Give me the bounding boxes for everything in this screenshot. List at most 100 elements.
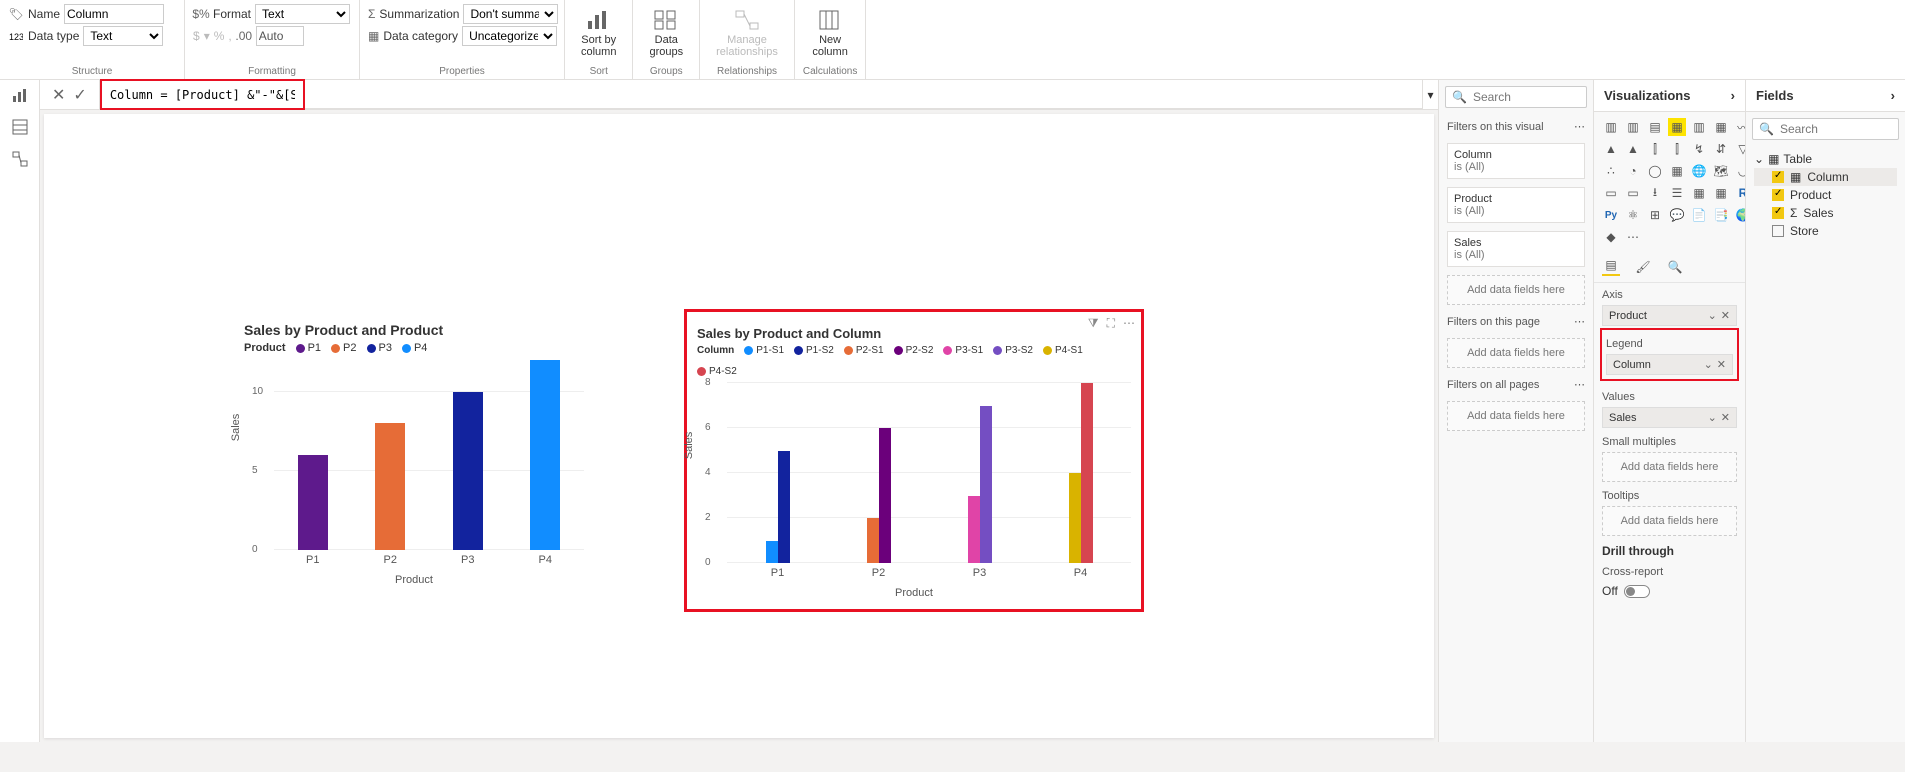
line-stacked-icon[interactable]: ⫿: [1646, 140, 1664, 158]
filters-search[interactable]: 🔍 Search: [1445, 86, 1587, 108]
format-select[interactable]: Text: [255, 4, 350, 24]
key-influencers-icon[interactable]: ⚛: [1624, 206, 1642, 224]
formula-input[interactable]: [102, 81, 303, 108]
decomp-icon[interactable]: ⊞: [1646, 206, 1664, 224]
waterfall-icon[interactable]: ⇵: [1712, 140, 1730, 158]
multi-card-icon[interactable]: ▭: [1624, 184, 1642, 202]
report-canvas[interactable]: Sales by Product and Product Product P1 …: [44, 114, 1434, 738]
filter-card-product[interactable]: Productis (All): [1447, 187, 1585, 223]
chevron-down-icon: ⌄: [1704, 358, 1713, 371]
more-icon[interactable]: ⋯: [1123, 316, 1135, 331]
qa-icon[interactable]: 💬: [1668, 206, 1686, 224]
map-icon[interactable]: 🌐: [1690, 162, 1708, 180]
formula-expand-button[interactable]: ▾: [1422, 80, 1438, 109]
decimals-input[interactable]: [256, 26, 304, 46]
properties-group-label: Properties: [368, 64, 556, 79]
comma-button[interactable]: ,: [228, 29, 231, 43]
collapse-icon[interactable]: ›: [1891, 88, 1895, 103]
narrative-icon[interactable]: 📄: [1690, 206, 1708, 224]
report-view-icon[interactable]: [11, 86, 29, 104]
chevron-down-icon: ⌄: [1708, 411, 1717, 424]
stacked-column-icon[interactable]: ▥: [1624, 118, 1642, 136]
add-page-filter[interactable]: Add data fields here: [1447, 338, 1585, 368]
format-label: Format: [213, 7, 251, 21]
pie-icon[interactable]: ◔: [1624, 162, 1642, 180]
chart-sales-by-product[interactable]: Sales by Product and Product Product P1 …: [244, 314, 584, 586]
data-view-icon[interactable]: [11, 118, 29, 136]
sort-group-label: Sort: [573, 64, 624, 79]
name-input[interactable]: [64, 4, 164, 24]
filter-card-column[interactable]: Columnis (All): [1447, 143, 1585, 179]
category-icon: ▦: [368, 28, 379, 44]
datatype-select[interactable]: Text: [83, 26, 163, 46]
card-icon[interactable]: ▭: [1602, 184, 1620, 202]
line-clustered-icon[interactable]: ⫿: [1668, 140, 1686, 158]
format-tab-icon[interactable]: 🖌: [1634, 258, 1652, 276]
ribbon-icon[interactable]: ↯: [1690, 140, 1708, 158]
filter-card-sales[interactable]: Salesis (All): [1447, 231, 1585, 267]
checkbox-icon[interactable]: [1772, 207, 1784, 219]
new-column-button[interactable]: New column: [803, 4, 857, 62]
table-icon[interactable]: ▦: [1690, 184, 1708, 202]
slicer-icon[interactable]: ☰: [1668, 184, 1686, 202]
kpi-icon[interactable]: ⭳: [1646, 184, 1664, 202]
summarization-select[interactable]: Don't summarize: [463, 4, 558, 24]
paginated-icon[interactable]: 📑: [1712, 206, 1730, 224]
field-product[interactable]: Product: [1754, 186, 1897, 204]
cross-report-toggle[interactable]: [1624, 585, 1650, 598]
checkbox-icon[interactable]: [1772, 225, 1784, 237]
stacked-bar-icon[interactable]: ▥: [1602, 118, 1620, 136]
more-icon[interactable]: ⋯: [1574, 315, 1585, 328]
cancel-formula-button[interactable]: ✕: [52, 85, 65, 105]
stacked-area-icon[interactable]: ▲: [1624, 140, 1642, 158]
percent-button[interactable]: %: [214, 29, 225, 43]
fields-tab-icon[interactable]: ▤: [1602, 258, 1620, 276]
commit-formula-button[interactable]: ✓: [73, 85, 86, 105]
values-field[interactable]: Sales⌄✕: [1602, 407, 1737, 428]
add-all-filter[interactable]: Add data fields here: [1447, 401, 1585, 431]
checkbox-icon[interactable]: [1772, 189, 1784, 201]
clustered-bar-icon[interactable]: ▤: [1646, 118, 1664, 136]
datacategory-label: Data category: [383, 29, 458, 43]
table-node[interactable]: ⌄▦Table: [1754, 150, 1897, 168]
filled-map-icon[interactable]: 🗺: [1712, 162, 1730, 180]
add-visual-filter[interactable]: Add data fields here: [1447, 275, 1585, 305]
100-column-icon[interactable]: ▦: [1712, 118, 1730, 136]
analytics-tab-icon[interactable]: 🔍: [1666, 258, 1684, 276]
chevron-down-icon: ⌄: [1754, 152, 1764, 166]
area-icon[interactable]: ▲: [1602, 140, 1620, 158]
close-icon: ✕: [1721, 309, 1730, 322]
matrix-icon[interactable]: ▦: [1712, 184, 1730, 202]
clustered-column-icon[interactable]: ▦: [1668, 118, 1686, 136]
donut-icon[interactable]: ◯: [1646, 162, 1664, 180]
treemap-icon[interactable]: ▦: [1668, 162, 1686, 180]
field-column[interactable]: ▦Column: [1754, 168, 1897, 186]
filter-icon[interactable]: ⧩: [1088, 316, 1099, 331]
checkbox-icon[interactable]: [1772, 171, 1784, 183]
currency-button[interactable]: $: [193, 29, 200, 43]
field-store[interactable]: Store: [1754, 222, 1897, 240]
model-view-icon[interactable]: [11, 150, 29, 168]
data-groups-button[interactable]: Data groups: [641, 4, 691, 62]
sort-by-column-button[interactable]: Sort by column: [573, 4, 624, 62]
fields-pane: Fields› 🔍 Search ⌄▦Table ▦Column Product…: [1745, 80, 1905, 742]
powerapps-icon[interactable]: ◆: [1602, 228, 1620, 246]
axis-field[interactable]: Product⌄✕: [1602, 305, 1737, 326]
field-sales[interactable]: ΣSales: [1754, 204, 1897, 222]
more-viz-icon[interactable]: ⋯: [1624, 228, 1642, 246]
fields-search[interactable]: 🔍 Search: [1752, 118, 1899, 140]
search-icon: 🔍: [1759, 122, 1774, 136]
focus-icon[interactable]: ⛶: [1107, 316, 1115, 331]
100-bar-icon[interactable]: ▥: [1690, 118, 1708, 136]
more-icon[interactable]: ⋯: [1574, 120, 1585, 133]
collapse-icon[interactable]: ›: [1731, 88, 1735, 103]
legend-field[interactable]: Column⌄✕: [1606, 354, 1733, 375]
add-small-multiples[interactable]: Add data fields here: [1602, 452, 1737, 482]
manage-relationships-button[interactable]: Manage relationships: [708, 4, 786, 62]
py-icon[interactable]: Py: [1602, 206, 1620, 224]
scatter-icon[interactable]: ∴: [1602, 162, 1620, 180]
datacategory-select[interactable]: Uncategorized: [462, 26, 557, 46]
chart-sales-by-column[interactable]: ⧩ ⛶ ⋯ Sales by Product and Column Column…: [684, 309, 1144, 612]
add-tooltips[interactable]: Add data fields here: [1602, 506, 1737, 536]
more-icon[interactable]: ⋯: [1574, 378, 1585, 391]
